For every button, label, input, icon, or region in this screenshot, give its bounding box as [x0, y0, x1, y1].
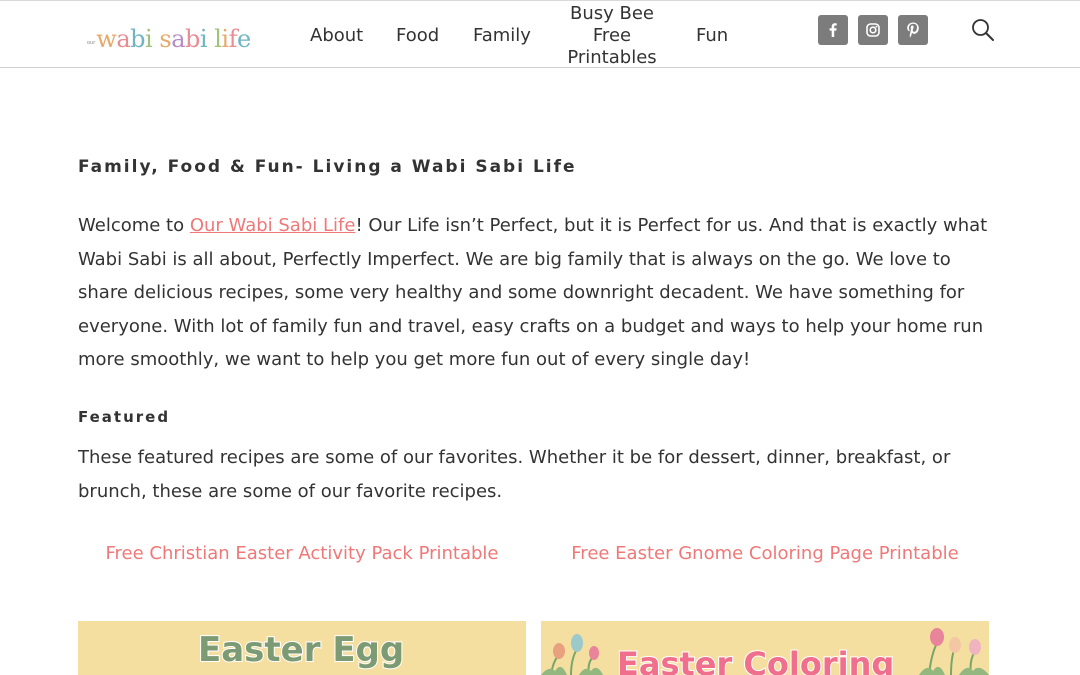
card-title-easter-gnome-coloring[interactable]: Free Easter Gnome Coloring Page Printabl… — [541, 543, 989, 564]
nav-about[interactable]: About — [310, 25, 363, 47]
featured-description: These featured recipes are some of our f… — [78, 447, 951, 502]
instagram-button[interactable] — [858, 15, 888, 45]
card-image-text: Easter Egg — [197, 629, 405, 671]
pinterest-icon — [907, 22, 919, 38]
tulips-left-decoration — [541, 634, 603, 675]
nav-food[interactable]: Food — [396, 25, 439, 47]
logo-letter: f — [228, 25, 238, 53]
card-title-easter-activity-pack[interactable]: Free Christian Easter Activity Pack Prin… — [78, 543, 526, 564]
logo-letter: i — [199, 25, 208, 53]
logo-letter — [207, 23, 214, 55]
logo-letter: b — [130, 25, 146, 53]
card-image-text: Easter Coloring — [616, 644, 895, 675]
nav-busybee-line1: Busy Bee — [569, 3, 654, 24]
featured-heading: Featured — [78, 408, 171, 426]
site-header: our wabi sabi life About Food Family Bus… — [0, 0, 1080, 68]
logo-letter: a — [116, 25, 131, 53]
intro-text-before: Welcome to — [78, 215, 190, 236]
nav-fun[interactable]: Fun — [696, 25, 728, 47]
tulips-right-decoration — [919, 628, 989, 675]
logo-letter: i — [145, 25, 153, 53]
logo-prefix: our — [87, 40, 96, 46]
logo-letter: e — [236, 25, 251, 53]
facebook-button[interactable] — [818, 15, 848, 45]
site-logo[interactable]: our wabi sabi life — [87, 21, 251, 55]
facebook-icon — [829, 23, 837, 37]
logo-letter: w — [96, 25, 117, 53]
logo-letter: b — [185, 25, 200, 53]
nav-family[interactable]: Family — [473, 25, 531, 47]
nav-busybee-line3: Printables — [567, 47, 657, 68]
page-title: Family, Food & Fun- Living a Wabi Sabi L… — [78, 157, 577, 177]
card-image-easter-coloring[interactable]: Easter Coloring — [541, 621, 989, 675]
intro-paragraph: Welcome to Our Wabi Sabi Life! Our Life … — [78, 209, 990, 377]
search-icon — [972, 19, 994, 41]
card-image-easter-egg[interactable]: Easter Egg — [78, 621, 526, 675]
logo-letter: i — [221, 25, 229, 53]
nav-busybee-line2: Free — [592, 25, 632, 46]
our-wabi-sabi-life-link[interactable]: Our Wabi Sabi Life — [190, 215, 356, 236]
intro-text-after: ! Our Life isn’t Perfect, but it is Perf… — [78, 215, 988, 371]
logo-letter: l — [214, 25, 222, 53]
instagram-icon — [866, 23, 880, 37]
nav-busy-bee-free-printables[interactable]: Busy Bee Free Printables — [566, 3, 658, 69]
logo-letter: a — [171, 25, 185, 53]
logo-text: wabi sabi life — [96, 23, 251, 55]
search-button[interactable] — [970, 17, 996, 43]
logo-letter: s — [159, 25, 172, 53]
logo-letter — [152, 23, 159, 55]
pinterest-button[interactable] — [898, 15, 928, 45]
